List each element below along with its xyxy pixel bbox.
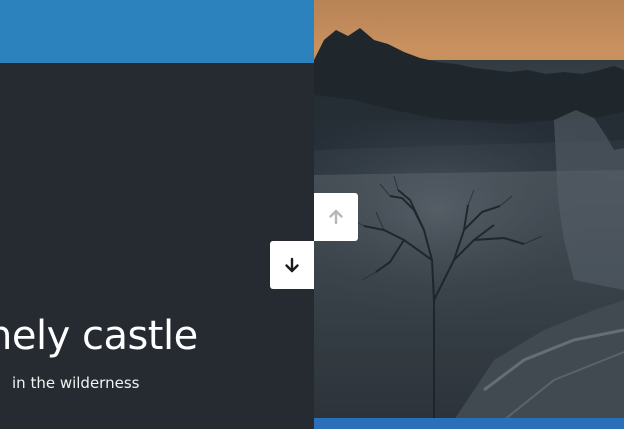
- next-slide-button[interactable]: [270, 241, 314, 289]
- castle-landscape-image: [314, 0, 624, 429]
- slide-subtitle: in the wilderness: [12, 374, 140, 392]
- image-slide-panel: [314, 0, 624, 429]
- previous-slide-button[interactable]: [314, 193, 358, 241]
- arrow-down-icon: [285, 257, 299, 273]
- bottom-accent-bar: [314, 418, 624, 429]
- top-accent-bar: [0, 0, 314, 63]
- slide-title: nely castle: [0, 313, 198, 359]
- text-slide-panel: nely castle in the wilderness: [0, 0, 314, 429]
- slideshow: nely castle in the wilderness: [0, 0, 624, 429]
- arrow-up-icon: [329, 209, 343, 225]
